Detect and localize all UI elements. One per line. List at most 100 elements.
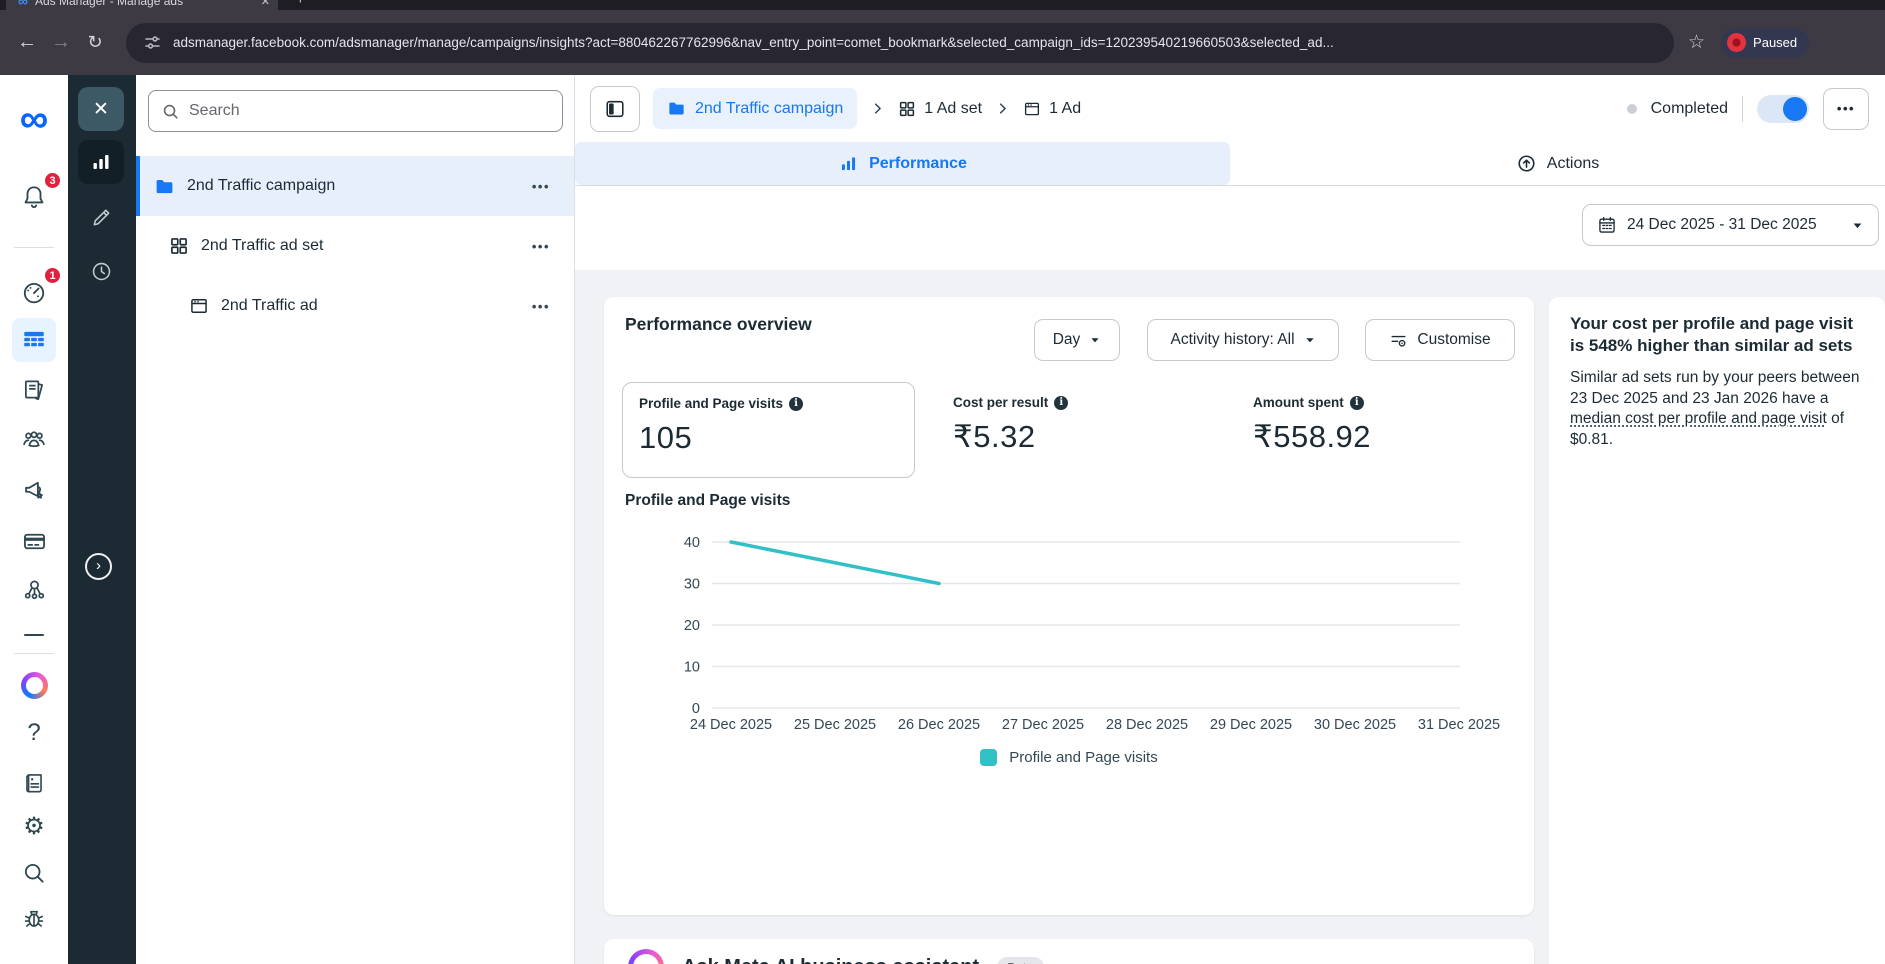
metric-cost-per-result[interactable]: Cost per result i ₹5.32 — [953, 382, 1068, 468]
metric-profile-visits[interactable]: Profile and Page visits i 105 — [622, 382, 915, 478]
settings-button[interactable]: ⚙ — [12, 805, 56, 849]
chart-title: Profile and Page visits — [625, 492, 790, 510]
panel-toggle-icon — [604, 98, 626, 120]
new-tab-button[interactable]: + — [296, 0, 305, 8]
search-tool-button[interactable] — [12, 851, 56, 895]
more-tools-button[interactable] — [12, 613, 56, 657]
url-bar[interactable]: adsmanager.facebook.com/adsmanager/manag… — [126, 23, 1674, 63]
updates-button[interactable] — [12, 761, 56, 805]
help-button[interactable]: ? — [12, 711, 56, 755]
breadcrumb-ad[interactable]: 1 Ad — [1023, 100, 1081, 118]
breadcrumb-adset[interactable]: 1 Ad set — [898, 100, 982, 118]
gear-icon: ⚙ — [23, 815, 45, 839]
account-quality-button[interactable]: 1 — [12, 270, 56, 314]
ads-promote-button[interactable] — [12, 467, 56, 511]
charts-view-button[interactable] — [78, 140, 124, 184]
people-icon — [20, 425, 48, 453]
campaign-active-toggle[interactable] — [1757, 95, 1809, 123]
metric-profile-visits-value: 105 — [639, 420, 898, 456]
forward-icon[interactable]: → — [44, 31, 78, 54]
adset-row-menu[interactable]: ••• — [532, 239, 550, 254]
url-text: adsmanager.facebook.com/adsmanager/manag… — [173, 35, 1334, 50]
breadcrumb-ad-label: 1 Ad — [1049, 100, 1081, 118]
expand-panel-button[interactable]: › — [85, 553, 112, 580]
info-icon[interactable]: i — [1054, 396, 1068, 410]
svg-text:28 Dec 2025: 28 Dec 2025 — [1106, 717, 1188, 733]
notifications-button[interactable]: 3 — [12, 175, 56, 219]
metric-profile-visits-label: Profile and Page visits — [639, 396, 783, 411]
bookmark-star-icon[interactable]: ☆ — [1688, 31, 1705, 54]
news-icon — [21, 770, 47, 796]
tree-row-campaign[interactable]: 2nd Traffic campaign ••• — [136, 156, 574, 216]
site-info-icon[interactable] — [144, 34, 161, 51]
extension-paused-badge[interactable]: Paused — [1721, 28, 1809, 58]
audiences-button[interactable] — [12, 417, 56, 461]
tree-row-adset[interactable]: 2nd Traffic ad set ••• — [136, 216, 574, 276]
bar-chart-icon — [89, 150, 113, 174]
reload-icon[interactable]: ↻ — [78, 32, 112, 53]
ad-row-menu[interactable]: ••• — [532, 299, 550, 314]
tree-search-box[interactable] — [148, 90, 563, 132]
beta-badge: Beta — [997, 957, 1044, 964]
svg-text:31 Dec 2025: 31 Dec 2025 — [1418, 717, 1500, 733]
insight-benchmark-link[interactable]: median cost per profile and page visit — [1570, 410, 1827, 427]
campaigns-button[interactable] — [12, 318, 56, 362]
report-bug-button[interactable] — [12, 896, 56, 940]
activity-history-label: Activity history: All — [1170, 331, 1294, 349]
edit-button[interactable] — [78, 197, 124, 237]
campaign-row-menu[interactable]: ••• — [532, 179, 550, 194]
more-options-button[interactable]: ••• — [1823, 88, 1869, 130]
tab-favicon-icon: ∞ — [18, 0, 28, 8]
share-nodes-icon — [21, 576, 48, 603]
tree-row-ad[interactable]: 2nd Traffic ad ••• — [136, 276, 574, 336]
tab-title: Ads Manager - Manage ads — [35, 0, 254, 8]
adset-grid-icon — [898, 100, 916, 118]
meta-ai-assistant-card[interactable]: Ask Meta AI business assistant Beta — [604, 939, 1534, 964]
rail-divider — [14, 247, 54, 248]
customise-button[interactable]: Customise — [1365, 319, 1515, 361]
tab-close-icon[interactable]: ✕ — [261, 0, 270, 8]
bug-icon — [21, 905, 47, 931]
svg-text:30: 30 — [684, 577, 700, 593]
browser-tab-strip: ∞ Ads Manager - Manage ads ✕ + — [0, 0, 1885, 10]
interval-dropdown[interactable]: Day — [1034, 319, 1120, 361]
metric-cost-per-result-value: ₹5.32 — [953, 419, 1068, 455]
insight-body: Similar ad sets run by your peers betwee… — [1570, 368, 1864, 450]
history-button[interactable] — [78, 251, 124, 291]
close-insights-button[interactable]: ✕ — [78, 87, 124, 131]
adset-grid-icon — [169, 236, 189, 256]
magnifier-icon — [21, 860, 47, 886]
insights-content: Performance overview Day Activity histor… — [575, 270, 1885, 964]
svg-text:40: 40 — [684, 535, 700, 551]
svg-text:10: 10 — [684, 660, 700, 676]
info-icon[interactable]: i — [1350, 396, 1364, 410]
meta-ai-button[interactable] — [12, 663, 56, 707]
search-input[interactable] — [189, 102, 550, 120]
activity-history-dropdown[interactable]: Activity history: All — [1147, 319, 1339, 361]
status-label: Completed — [1651, 100, 1728, 118]
events-manager-button[interactable] — [12, 567, 56, 611]
metric-amount-spent[interactable]: Amount spent i ₹558.92 — [1253, 382, 1371, 468]
billing-button[interactable] — [12, 519, 56, 563]
folder-icon — [667, 99, 686, 118]
question-mark-icon: ? — [27, 719, 40, 747]
notifications-badge: 3 — [43, 171, 62, 190]
back-icon[interactable]: ← — [10, 31, 44, 54]
browser-tab[interactable]: ∞ Ads Manager - Manage ads ✕ — [6, 0, 278, 10]
info-icon[interactable]: i — [789, 397, 803, 411]
svg-text:29 Dec 2025: 29 Dec 2025 — [1210, 717, 1292, 733]
tab-actions[interactable]: Actions — [1230, 142, 1885, 185]
date-range-button[interactable]: 24 Dec 2025 - 31 Dec 2025 — [1582, 204, 1879, 246]
metric-amount-spent-label: Amount spent — [1253, 395, 1344, 410]
insights-tool-rail: ✕ › — [68, 75, 136, 964]
breadcrumb-campaign[interactable]: 2nd Traffic campaign — [653, 88, 857, 129]
megaphone-icon — [21, 476, 48, 503]
tab-performance[interactable]: Performance — [575, 142, 1230, 185]
actions-arrow-icon — [1516, 153, 1537, 174]
performance-overview-card: Performance overview Day Activity histor… — [604, 297, 1534, 915]
reports-button[interactable] — [12, 368, 56, 412]
meta-ai-ring-icon — [628, 949, 664, 964]
collapse-panel-button[interactable] — [590, 86, 640, 132]
caret-down-icon — [1304, 334, 1316, 346]
meta-home-button[interactable]: ∞ — [12, 97, 56, 141]
